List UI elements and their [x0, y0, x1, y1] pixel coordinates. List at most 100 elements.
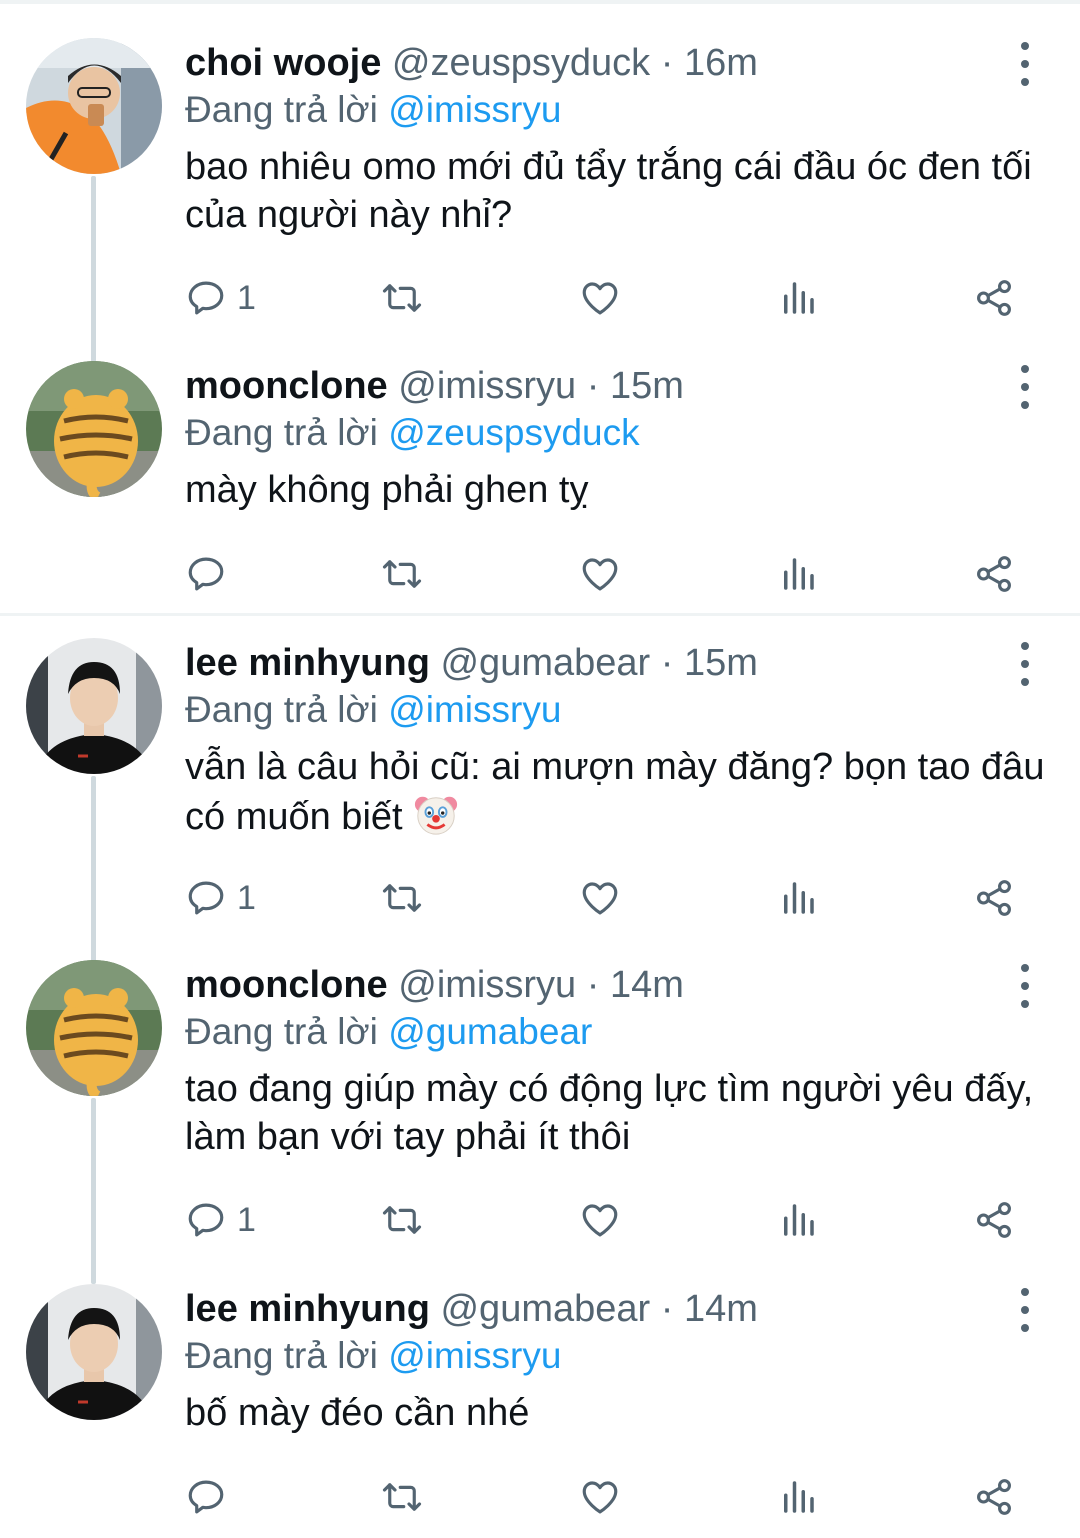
meta-dot: ·: [650, 42, 684, 84]
tweet-text: tao đang giúp mày có động lực tìm người …: [185, 1068, 1034, 1158]
author-handle[interactable]: @imissryu: [398, 964, 576, 1006]
avatar[interactable]: [26, 960, 162, 1096]
meta-dot: ·: [576, 964, 610, 1006]
reply-button[interactable]: 1: [185, 1195, 256, 1245]
orange-hoodie-avatar-icon: [26, 38, 162, 174]
avatar[interactable]: [26, 38, 162, 174]
action-bar: 1: [185, 273, 1035, 323]
share-button[interactable]: [973, 873, 1015, 923]
tiger-plush-avatar-icon: [26, 960, 162, 1096]
avatar[interactable]: [26, 1284, 162, 1420]
tiger-plush-avatar-icon: [26, 361, 162, 497]
tweet-text-content: vẫn là câu hỏi cũ: ai mượn mày đăng? bọn…: [185, 746, 1045, 838]
comment-icon: [188, 281, 224, 315]
share-icon: [977, 556, 1011, 592]
tweet-text: mày không phải ghen tỵ: [185, 469, 589, 511]
more-options-icon[interactable]: [1010, 1288, 1040, 1332]
views-button[interactable]: [777, 549, 819, 599]
mention-link[interactable]: @imissryu: [388, 689, 561, 730]
mention-link[interactable]: @gumabear: [388, 1011, 592, 1052]
views-button[interactable]: [777, 1195, 819, 1245]
action-bar: 1: [185, 1195, 1035, 1245]
author-name[interactable]: choi wooje: [185, 42, 381, 84]
reply-count: 1: [237, 278, 256, 317]
reply-button[interactable]: 1: [185, 873, 256, 923]
like-button[interactable]: [579, 1472, 621, 1522]
share-button[interactable]: [973, 1195, 1015, 1245]
like-button[interactable]: [579, 273, 621, 323]
replying-to-label: Đang trả lời: [185, 89, 378, 130]
retweet-button[interactable]: [381, 873, 423, 923]
comment-icon: [188, 1203, 224, 1237]
more-options-icon[interactable]: [1010, 964, 1040, 1008]
bar-chart-icon: [784, 1481, 814, 1513]
bar-chart-icon: [784, 1204, 814, 1236]
reply-button[interactable]: 1: [185, 273, 256, 323]
retweet-button[interactable]: [381, 549, 423, 599]
replying-to-label: Đang trả lời: [185, 1335, 378, 1376]
author-handle[interactable]: @zeuspsyduck: [392, 42, 650, 84]
mention-link[interactable]: @imissryu: [388, 89, 561, 130]
heart-icon: [582, 558, 618, 591]
more-options-icon[interactable]: [1010, 642, 1040, 686]
meta-dot: ·: [576, 365, 610, 407]
author-name[interactable]: lee minhyung: [185, 642, 430, 684]
views-button[interactable]: [777, 873, 819, 923]
comment-icon: [188, 881, 224, 915]
action-bar: [185, 549, 1035, 599]
author-name[interactable]: lee minhyung: [185, 1288, 430, 1330]
retweet-icon: [382, 884, 422, 912]
comment-icon: [188, 1480, 224, 1514]
bar-chart-icon: [784, 882, 814, 914]
bar-chart-icon: [784, 282, 814, 314]
reply-button[interactable]: [185, 1472, 237, 1522]
reply-count: 1: [237, 1200, 256, 1239]
mention-link[interactable]: @zeuspsyduck: [388, 412, 639, 453]
thread-connector: [91, 176, 96, 362]
heart-icon: [582, 282, 618, 315]
like-button[interactable]: [579, 873, 621, 923]
views-button[interactable]: [777, 1472, 819, 1522]
author-handle[interactable]: @imissryu: [398, 365, 576, 407]
thread-separator: [0, 613, 1080, 616]
heart-icon: [582, 1204, 618, 1237]
action-bar: 1: [185, 873, 1035, 923]
share-icon: [977, 1202, 1011, 1238]
black-shirt-person-avatar-icon: [26, 1284, 162, 1420]
share-button[interactable]: [973, 1472, 1015, 1522]
thread-connector: [91, 1098, 96, 1284]
timestamp[interactable]: 14m: [684, 1288, 758, 1330]
retweet-icon: [382, 1483, 422, 1511]
replying-to: Đang trả lời @imissryu: [185, 685, 561, 735]
tweet-text: vẫn là câu hỏi cũ: ai mượn mày đăng? bọn…: [185, 743, 1045, 841]
more-options-icon[interactable]: [1010, 365, 1040, 409]
retweet-icon: [382, 284, 422, 312]
heart-icon: [582, 1481, 618, 1514]
author-handle[interactable]: @gumabear: [440, 1288, 650, 1330]
timestamp[interactable]: 16m: [684, 42, 758, 84]
share-button[interactable]: [973, 549, 1015, 599]
retweet-button[interactable]: [381, 273, 423, 323]
tweet-text: bố mày đéo cần nhé: [185, 1392, 530, 1434]
author-handle[interactable]: @gumabear: [440, 642, 650, 684]
author-name[interactable]: moonclone: [185, 964, 388, 1006]
timestamp[interactable]: 15m: [610, 365, 684, 407]
timestamp[interactable]: 15m: [684, 642, 758, 684]
mention-link[interactable]: @imissryu: [388, 1335, 561, 1376]
avatar[interactable]: [26, 638, 162, 774]
tweet-text: bao nhiêu omo mới đủ tẩy trắng cái đầu ó…: [185, 146, 1032, 236]
meta-dot: ·: [650, 642, 684, 684]
like-button[interactable]: [579, 549, 621, 599]
views-button[interactable]: [777, 273, 819, 323]
reply-button[interactable]: [185, 549, 237, 599]
share-button[interactable]: [973, 273, 1015, 323]
replying-to: Đang trả lời @zeuspsyduck: [185, 408, 640, 458]
more-options-icon[interactable]: [1010, 42, 1040, 86]
like-button[interactable]: [579, 1195, 621, 1245]
timestamp[interactable]: 14m: [610, 964, 684, 1006]
retweet-button[interactable]: [381, 1195, 423, 1245]
author-name[interactable]: moonclone: [185, 365, 388, 407]
avatar[interactable]: [26, 361, 162, 497]
retweet-button[interactable]: [381, 1472, 423, 1522]
replying-to-label: Đang trả lời: [185, 412, 378, 453]
